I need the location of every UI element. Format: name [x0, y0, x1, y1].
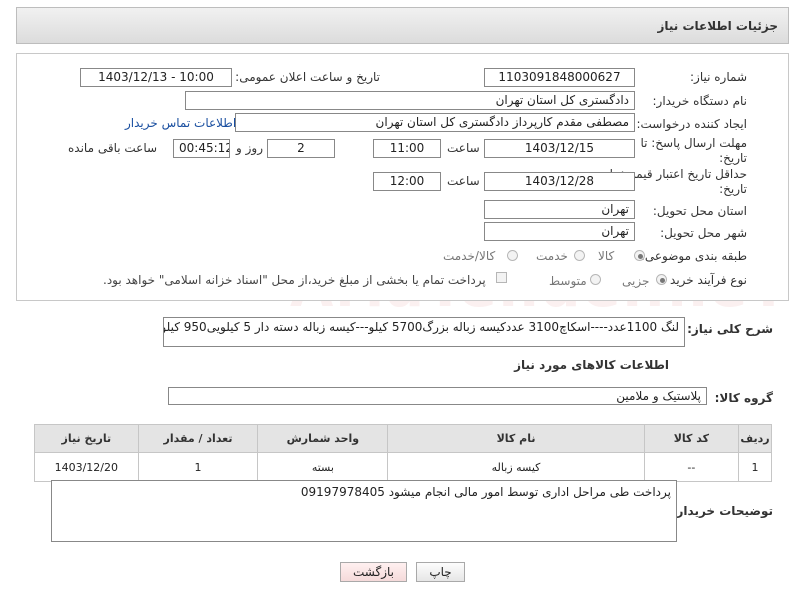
deadline-date-field: 1403/12/15: [484, 139, 635, 158]
buyer-org-label: نام دستگاه خریدار:: [652, 94, 748, 108]
category-goods-service-label: کالا/خدمت: [443, 249, 496, 263]
goods-group-field: پلاستیک و ملامین: [168, 387, 707, 405]
col-goods-name: نام کالا: [387, 424, 645, 453]
buyer-notes-label: توضیحات خریدار:: [671, 504, 773, 518]
category-goods-label: کالا: [598, 249, 615, 263]
deadline-time-field: 11:00: [373, 139, 441, 158]
cell-quantity: 1: [137, 452, 259, 482]
back-button[interactable]: بازگشت: [340, 562, 407, 582]
announce-date-field: 1403/12/13 - 10:00: [80, 68, 232, 87]
col-row-number: ردیف: [738, 424, 772, 453]
deadline-label: مهلت ارسال پاسخ: تا: [640, 136, 747, 150]
buyer-org-field: دادگستری کل استان تهران: [185, 91, 635, 110]
page-title: جزئیات اطلاعات نیاز: [657, 19, 778, 33]
process-medium-radio[interactable]: [590, 274, 601, 285]
print-button[interactable]: چاپ: [416, 562, 465, 582]
cell-need-date: 1403/12/20: [34, 452, 139, 482]
category-goods-service-radio[interactable]: [507, 250, 518, 261]
requester-field: مصطفی مقدم کارپرداز دادگستری کل استان ته…: [235, 113, 635, 132]
cell-row-number: 1: [738, 452, 772, 482]
announce-date-label: تاریخ و ساعت اعلان عمومی:: [235, 70, 380, 84]
deadline-time-label: ساعت: [447, 141, 480, 155]
table-row: 1 -- کیسه زباله بسته 1 1403/12/20: [34, 452, 772, 482]
price-validity-date-field: 1403/12/28: [484, 172, 635, 191]
city-field: تهران: [484, 222, 635, 241]
buyer-notes-textarea[interactable]: پرداخت طی مراحل اداری توسط امور مالی انج…: [51, 480, 677, 542]
city-label: شهر محل تحویل:: [660, 226, 747, 240]
province-field: تهران: [484, 200, 635, 219]
days-remaining-field: 2: [267, 139, 335, 158]
requester-label: ایجاد کننده درخواست:: [636, 117, 747, 131]
treasury-payment-note: پرداخت تمام یا بخشی از مبلغ خرید،از محل …: [103, 273, 486, 287]
deadline-label-date: تاریخ:: [719, 151, 747, 165]
contact-info-link[interactable]: اطلاعات تماس خریدار: [125, 116, 236, 130]
remaining-time-label: ساعت باقی مانده: [68, 141, 158, 155]
remaining-time-field: 00:45:12: [173, 139, 230, 158]
need-number-field: 1103091848000627: [484, 68, 635, 87]
col-goods-code: کد کالا: [643, 424, 740, 453]
goods-section-title: اطلاعات کالاهای مورد نیاز: [514, 358, 669, 372]
category-service-label: خدمت: [536, 249, 568, 263]
col-unit: واحد شمارش: [257, 424, 389, 453]
process-label: نوع فرآیند خرید :: [662, 273, 747, 287]
process-minor-radio[interactable]: [656, 274, 667, 285]
category-goods-radio[interactable]: [634, 250, 645, 261]
col-need-date: تاریخ نیاز: [34, 424, 139, 453]
goods-group-label: گروه کالا:: [714, 391, 773, 405]
need-number-label: شماره نیاز:: [690, 70, 747, 84]
treasury-payment-checkbox[interactable]: [496, 272, 507, 283]
days-label: روز و: [236, 141, 263, 155]
panel-header: جزئیات اطلاعات نیاز: [16, 7, 789, 44]
price-validity-label-date: تاریخ:: [719, 182, 747, 196]
price-validity-time-label: ساعت: [447, 174, 480, 188]
col-quantity: تعداد / مقدار: [137, 424, 259, 453]
table-header-row: ردیف کد کالا نام کالا واحد شمارش تعداد /…: [34, 424, 772, 453]
cell-goods-name: کیسه زباله: [387, 452, 645, 482]
price-validity-time-field: 12:00: [373, 172, 441, 191]
province-label: استان محل تحویل:: [652, 204, 747, 218]
cell-goods-code: --: [643, 452, 740, 482]
process-medium-label: متوسط: [549, 274, 587, 288]
description-label: شرح کلی نیاز:: [687, 322, 773, 336]
description-textarea[interactable]: لنگ 1100عدد----اسکاچ3100 عددکیسه زباله ب…: [163, 317, 685, 347]
goods-table: ردیف کد کالا نام کالا واحد شمارش تعداد /…: [34, 424, 772, 482]
category-service-radio[interactable]: [574, 250, 585, 261]
cell-unit: بسته: [257, 452, 389, 482]
process-minor-label: جزیی: [622, 274, 650, 288]
category-label: طبقه بندی موضوعی:: [640, 249, 747, 263]
